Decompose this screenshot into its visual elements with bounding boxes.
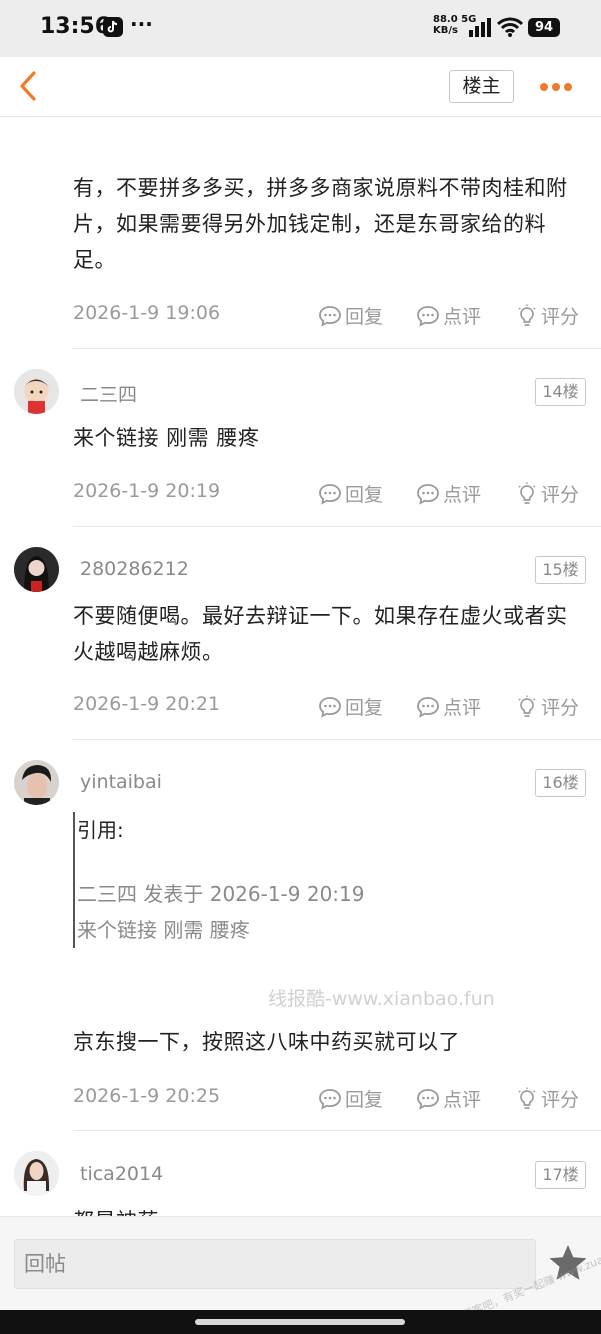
- gesture-bar: [0, 1310, 601, 1334]
- wifi-icon: [497, 17, 523, 37]
- more-options-icon[interactable]: [540, 83, 572, 93]
- comment-icon: [417, 696, 439, 718]
- username[interactable]: 二三四: [80, 380, 137, 407]
- divider: [73, 526, 601, 527]
- post-text: 都是神药: [73, 1203, 588, 1216]
- rate-label: 评分: [541, 1089, 580, 1111]
- lightbulb-icon: [518, 482, 536, 504]
- post-text: 不要随便喝。最好去辩证一下。如果存在虚火或者实火越喝越麻烦。: [73, 604, 568, 664]
- comment-label: 点评: [443, 484, 482, 506]
- reply-icon: [319, 305, 341, 327]
- signal-icon: [469, 18, 491, 37]
- quote-author-line: 二三四 发表于 2026-1-9 20:19: [77, 882, 365, 906]
- post-meta: 2026-1-9 20:19 回复 点评 评分: [73, 478, 588, 508]
- divider: [73, 739, 601, 740]
- only-owner-button[interactable]: 楼主: [449, 70, 514, 103]
- back-arrow-icon[interactable]: [14, 69, 44, 103]
- post-date: 2026-1-9 20:21: [73, 693, 221, 715]
- home-indicator[interactable]: [195, 1319, 405, 1325]
- username[interactable]: 280286212: [80, 558, 189, 580]
- comment-icon: [417, 1088, 439, 1110]
- reply-icon: [319, 1088, 341, 1110]
- watermark: 线报酷-www.xianbao.fun: [268, 988, 495, 1010]
- reply-input[interactable]: 回帖: [14, 1239, 536, 1289]
- reply-label: 回复: [345, 306, 384, 328]
- floor-badge: 17楼: [535, 1161, 586, 1189]
- floor-badge: 14楼: [535, 378, 586, 406]
- reply-button[interactable]: 回复: [318, 693, 383, 720]
- reply-label: 回复: [345, 697, 384, 719]
- reply-icon: [319, 696, 341, 718]
- tiktok-icon: [103, 17, 123, 37]
- quote-text: 来个链接 刚需 腰疼: [77, 918, 250, 942]
- post-text: 有，不要拼多多买，拼多多商家说原料不带肉桂和附片，如果需要得另外加钱定制，还是东…: [73, 176, 568, 272]
- post-date: 2026-1-9 19:06: [73, 302, 221, 324]
- rate-button[interactable]: 评分: [516, 693, 579, 720]
- post-date: 2026-1-9 20:25: [73, 1085, 221, 1107]
- floor-badge: 16楼: [535, 769, 586, 797]
- lightbulb-icon: [518, 304, 536, 326]
- reply-label: 回复: [345, 484, 384, 506]
- comment-label: 点评: [443, 1089, 482, 1111]
- reply-icon: [319, 483, 341, 505]
- floor-badge: 15楼: [535, 556, 586, 584]
- thread-content[interactable]: 有，不要拼多多买，拼多多商家说原料不带肉桂和附片，如果需要得另外加钱定制，还是东…: [0, 118, 601, 1216]
- quote-label: 引用:: [77, 818, 124, 842]
- avatar[interactable]: [14, 1151, 59, 1196]
- status-time: 13:56: [40, 14, 111, 39]
- status-bar: 13:56 ··· 88.0 5G KB/s 94: [0, 0, 601, 57]
- post-meta: 2026-1-9 20:25 回复 点评 评分: [73, 1083, 588, 1113]
- rate-label: 评分: [541, 306, 580, 328]
- status-more-icon: ···: [130, 12, 153, 36]
- avatar[interactable]: [14, 547, 59, 592]
- reply-button[interactable]: 回复: [318, 480, 383, 507]
- reply-label: 回复: [345, 1089, 384, 1111]
- rate-button[interactable]: 评分: [516, 1085, 579, 1112]
- avatar[interactable]: [14, 369, 59, 414]
- lightbulb-icon: [518, 1087, 536, 1109]
- comment-icon: [417, 483, 439, 505]
- comment-button[interactable]: 点评: [416, 480, 481, 507]
- comment-button[interactable]: 点评: [416, 302, 481, 329]
- lightbulb-icon: [518, 695, 536, 717]
- rate-button[interactable]: 评分: [516, 480, 579, 507]
- comment-button[interactable]: 点评: [416, 1085, 481, 1112]
- username[interactable]: tica2014: [80, 1163, 163, 1185]
- divider: [73, 1130, 601, 1131]
- top-nav-bar: 楼主: [0, 57, 601, 117]
- post-text: 京东搜一下，按照这八味中药买就可以了: [73, 1030, 460, 1054]
- quote-block: 引用: 二三四 发表于 2026-1-9 20:19 来个链接 刚需 腰疼: [73, 812, 588, 948]
- reply-button[interactable]: 回复: [318, 1085, 383, 1112]
- reply-button[interactable]: 回复: [318, 302, 383, 329]
- comment-label: 点评: [443, 306, 482, 328]
- comment-button[interactable]: 点评: [416, 693, 481, 720]
- post-meta: 2026-1-9 20:21 回复 点评 评分: [73, 691, 588, 721]
- reply-bar: 回帖 赚客吧，有奖一起赚 www.zuanke8.com: [0, 1216, 601, 1322]
- comment-icon: [417, 305, 439, 327]
- rate-label: 评分: [541, 484, 580, 506]
- avatar[interactable]: [14, 760, 59, 805]
- comment-label: 点评: [443, 697, 482, 719]
- rate-label: 评分: [541, 697, 580, 719]
- post-meta: 2026-1-9 19:06 回复 点评 评分: [73, 300, 588, 330]
- post-text: 来个链接 刚需 腰疼: [73, 426, 260, 450]
- post-date: 2026-1-9 20:19: [73, 480, 221, 502]
- divider: [73, 348, 601, 349]
- username[interactable]: yintaibai: [80, 771, 162, 793]
- rate-button[interactable]: 评分: [516, 302, 579, 329]
- battery-indicator: 94: [528, 18, 560, 37]
